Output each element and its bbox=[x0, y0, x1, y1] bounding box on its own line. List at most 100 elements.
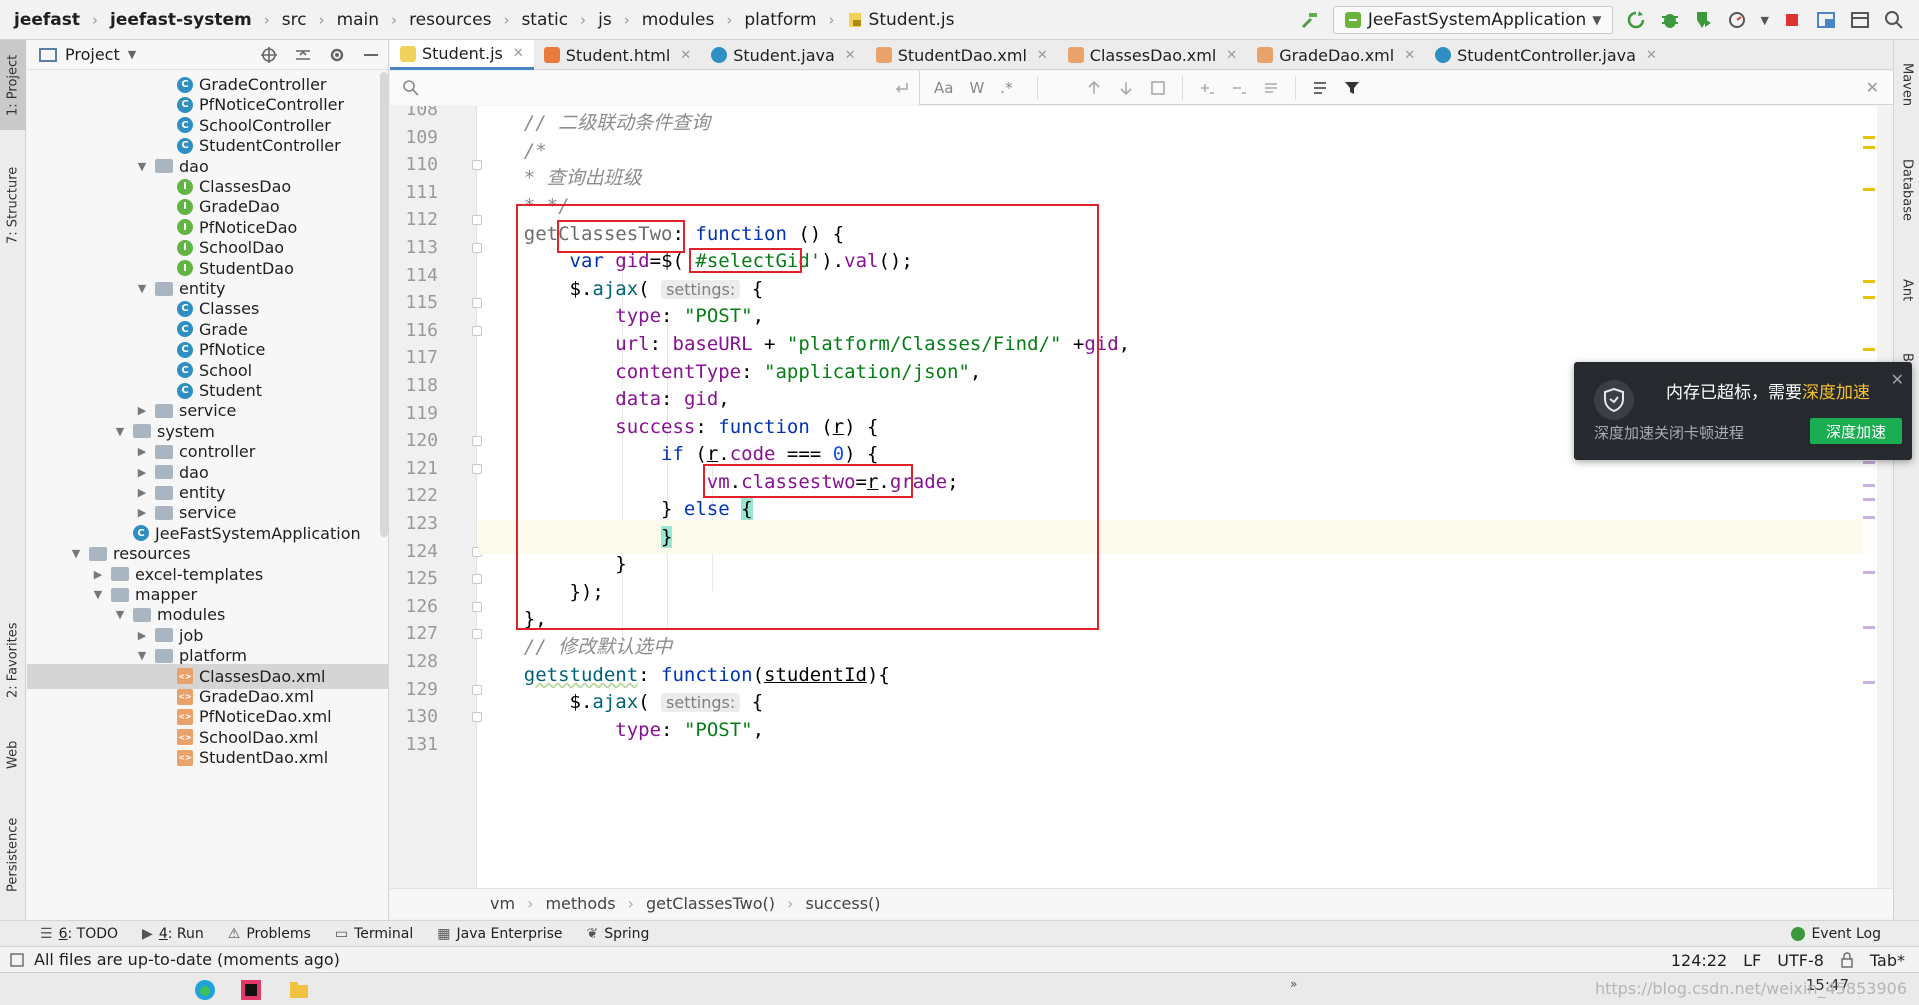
tool-tab[interactable]: ▶ 4: Run bbox=[142, 926, 204, 942]
editor-breadcrumb-item[interactable]: methods bbox=[545, 894, 615, 913]
breadcrumb-item[interactable]: jeefast-system › bbox=[110, 10, 282, 30]
editor-tab[interactable]: GradeDao.xml ✕ bbox=[1247, 40, 1425, 70]
close-tab-icon[interactable]: ✕ bbox=[680, 48, 691, 63]
tab-web[interactable]: Web bbox=[0, 730, 26, 780]
project-structure-icon[interactable] bbox=[1815, 9, 1837, 31]
editor-breadcrumb-item[interactable]: success() bbox=[805, 894, 880, 913]
close-tab-icon[interactable]: ✕ bbox=[1404, 48, 1415, 63]
editor-breadcrumb-item[interactable]: vm bbox=[490, 894, 515, 913]
expand-arrow-icon[interactable]: ▶ bbox=[91, 568, 105, 581]
expand-arrow-icon[interactable]: ▶ bbox=[135, 629, 149, 642]
code-editor[interactable]: 108 109 110 111 112 113 114 115 116 117 118 119 120 1… bbox=[390, 106, 1877, 888]
breadcrumb-item[interactable]: modules › bbox=[642, 10, 745, 30]
chevron-down-icon[interactable]: ▼ bbox=[1761, 14, 1769, 27]
coverage-icon[interactable] bbox=[1693, 9, 1715, 31]
remove-occurrence-icon[interactable] bbox=[1230, 79, 1248, 97]
editor-tab[interactable]: StudentController.java ✕ bbox=[1425, 40, 1667, 70]
add-occurrence-icon[interactable] bbox=[1198, 79, 1216, 97]
breadcrumb-item[interactable]: src › bbox=[282, 10, 337, 30]
select-all-occurrences-icon[interactable] bbox=[1262, 79, 1280, 97]
tab-persistence[interactable]: Persistence bbox=[0, 800, 26, 910]
arrow-up-icon[interactable] bbox=[1085, 79, 1103, 97]
collapse-all-icon[interactable] bbox=[294, 46, 312, 64]
tab-structure[interactable]: 7: Structure bbox=[0, 150, 26, 260]
tool-tab[interactable]: ⚠ Problems bbox=[228, 926, 311, 942]
breadcrumb-item[interactable]: resources › bbox=[409, 10, 521, 30]
collapse-arrow-icon[interactable]: ▼ bbox=[113, 608, 127, 621]
filter-lines-icon[interactable] bbox=[1311, 79, 1329, 97]
collapse-arrow-icon[interactable]: ▼ bbox=[135, 282, 149, 295]
run-configuration-select[interactable]: JeeFastSystemApplication ▼ bbox=[1332, 6, 1613, 34]
tree-item[interactable]: <> StudentDao.xml bbox=[27, 745, 388, 770]
collapse-arrow-icon[interactable]: ▼ bbox=[91, 588, 105, 601]
project-scrollbar[interactable] bbox=[380, 72, 388, 537]
filter-icon[interactable] bbox=[1343, 79, 1361, 97]
words-toggle[interactable]: W bbox=[969, 79, 984, 97]
breadcrumb-item[interactable]: static › bbox=[521, 10, 598, 30]
expand-arrow-icon[interactable]: ▶ bbox=[135, 404, 149, 417]
edge-icon[interactable] bbox=[194, 979, 216, 1001]
select-all-icon[interactable] bbox=[1149, 79, 1167, 97]
hide-icon[interactable] bbox=[362, 46, 380, 64]
build-hammer-icon[interactable] bbox=[1299, 9, 1321, 31]
expand-arrow-icon[interactable]: ▶ bbox=[135, 466, 149, 479]
search-input[interactable] bbox=[390, 70, 920, 105]
collapse-arrow-icon[interactable]: ▼ bbox=[135, 649, 149, 662]
debug-bug-icon[interactable] bbox=[1659, 9, 1681, 31]
editor-tab[interactable]: Student.html ✕ bbox=[534, 40, 701, 70]
tool-tab[interactable]: ▭ Terminal bbox=[335, 926, 413, 942]
editor-tab[interactable]: ClassesDao.xml ✕ bbox=[1058, 40, 1247, 70]
tab-favorites[interactable]: 2: Favorites bbox=[0, 605, 26, 715]
tab-project[interactable]: 1: Project bbox=[0, 40, 26, 130]
status-square-icon[interactable] bbox=[10, 952, 24, 967]
line-separator[interactable]: LF bbox=[1743, 951, 1761, 970]
collapse-arrow-icon[interactable]: ▼ bbox=[135, 160, 149, 173]
indent-setting[interactable]: Tab* bbox=[1870, 951, 1905, 970]
popup-title-highlight[interactable]: 深度加速 bbox=[1802, 383, 1870, 403]
tool-tab[interactable]: ▦ Java Enterprise bbox=[437, 926, 562, 942]
arrow-down-icon[interactable] bbox=[1117, 79, 1135, 97]
editor-breadcrumb-item[interactable]: getClassesTwo() bbox=[646, 894, 775, 913]
close-icon[interactable]: ✕ bbox=[1866, 78, 1879, 97]
stop-icon[interactable] bbox=[1781, 9, 1803, 31]
close-tab-icon[interactable]: ✕ bbox=[513, 46, 524, 61]
collapse-arrow-icon[interactable]: ▼ bbox=[113, 425, 127, 438]
event-log-tab[interactable]: Event Log bbox=[1791, 921, 1881, 947]
close-tab-icon[interactable]: ✕ bbox=[1226, 48, 1237, 63]
search-everywhere-icon[interactable] bbox=[1883, 9, 1905, 31]
tab-maven[interactable]: Maven bbox=[1894, 50, 1919, 120]
locate-icon[interactable] bbox=[260, 46, 278, 64]
expand-arrow-icon[interactable]: ▶ bbox=[135, 445, 149, 458]
editor-tab[interactable]: StudentDao.xml ✕ bbox=[866, 40, 1058, 70]
breadcrumb-item[interactable]: main › bbox=[337, 10, 409, 30]
regex-toggle[interactable]: .* bbox=[1000, 79, 1012, 97]
close-icon[interactable]: ✕ bbox=[1891, 370, 1904, 389]
expand-arrow-icon[interactable]: ▶ bbox=[135, 486, 149, 499]
close-tab-icon[interactable]: ✕ bbox=[845, 48, 856, 63]
project-title[interactable]: Project bbox=[65, 45, 120, 64]
editor-tab[interactable]: Student.js ✕ bbox=[390, 40, 534, 70]
chevron-up-icon[interactable]: » bbox=[1290, 977, 1297, 991]
tab-database[interactable]: Database bbox=[1894, 140, 1919, 240]
tool-tab[interactable]: ❦ Spring bbox=[587, 926, 650, 942]
file-encoding[interactable]: UTF-8 bbox=[1777, 951, 1824, 970]
error-stripe[interactable] bbox=[1863, 106, 1877, 888]
replace-newline-icon[interactable] bbox=[893, 79, 911, 97]
close-tab-icon[interactable]: ✕ bbox=[1037, 48, 1048, 63]
collapse-arrow-icon[interactable]: ▼ bbox=[69, 547, 83, 560]
chevron-down-icon[interactable]: ▼ bbox=[128, 48, 136, 61]
layout-icon[interactable] bbox=[1849, 9, 1871, 31]
profile-icon[interactable] bbox=[1727, 9, 1749, 31]
match-case-toggle[interactable]: Aa bbox=[934, 79, 953, 97]
editor-tab[interactable]: Student.java ✕ bbox=[701, 40, 866, 70]
rerun-icon[interactable] bbox=[1625, 9, 1647, 31]
gear-icon[interactable] bbox=[328, 46, 346, 64]
breadcrumb-item[interactable]: jeefast › bbox=[14, 10, 110, 30]
breadcrumb-item[interactable]: Student.js bbox=[847, 10, 954, 30]
tab-ant[interactable]: Ant bbox=[1894, 260, 1919, 320]
tool-tab[interactable]: ☰ 6: TODO bbox=[40, 926, 118, 942]
breadcrumb-item[interactable]: js › bbox=[598, 10, 642, 30]
close-tab-icon[interactable]: ✕ bbox=[1646, 48, 1657, 63]
caret-position[interactable]: 124:22 bbox=[1671, 951, 1727, 970]
explorer-icon[interactable] bbox=[288, 979, 310, 1001]
